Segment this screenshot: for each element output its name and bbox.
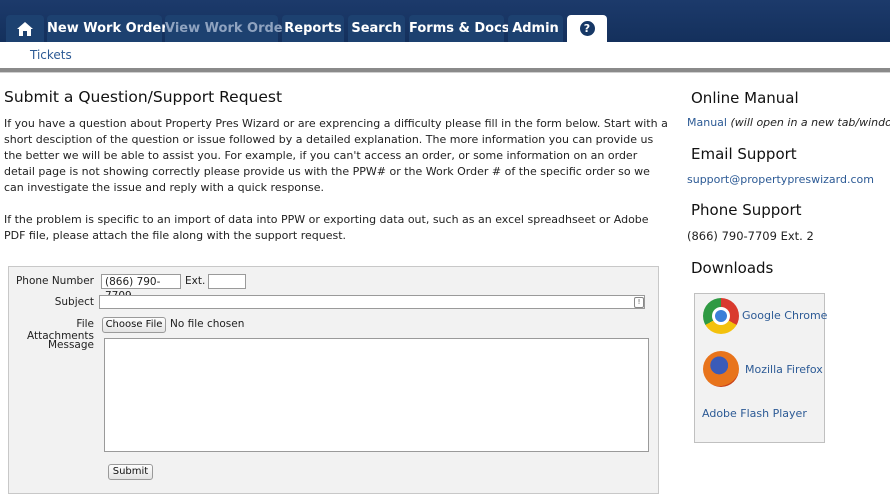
email-support-heading: Email Support xyxy=(691,145,797,163)
page-title: Submit a Question/Support Request xyxy=(4,88,283,106)
downloads-heading: Downloads xyxy=(691,259,774,277)
tab-new-work-order[interactable]: New Work Order xyxy=(47,15,168,42)
message-label: Message xyxy=(47,339,94,351)
tab-forms-docs[interactable]: Forms & Docs xyxy=(409,15,510,42)
firefox-icon[interactable] xyxy=(703,351,739,387)
message-textarea[interactable] xyxy=(104,338,649,452)
sub-navigation: Tickets xyxy=(0,42,890,67)
attachment-paragraph: If the problem is specific to an import … xyxy=(4,213,649,242)
downloads-box: Google Chrome Mozilla Firefox Adobe Flas… xyxy=(694,293,827,443)
subject-input[interactable] xyxy=(99,295,645,309)
home-icon xyxy=(17,22,33,36)
phone-label: Phone Number xyxy=(15,275,94,287)
top-navigation: New Work Order View Work Order Reports S… xyxy=(0,0,890,42)
intro-paragraph: If you have a question about Property Pr… xyxy=(4,117,668,194)
field-info-icon: ! xyxy=(634,297,644,308)
download-firefox-link[interactable]: Mozilla Firefox xyxy=(745,363,823,376)
download-flash-link[interactable]: Adobe Flash Player xyxy=(702,407,807,420)
chrome-icon[interactable] xyxy=(703,298,739,334)
tab-search[interactable]: Search xyxy=(348,15,405,42)
choose-file-button[interactable]: Choose File xyxy=(102,317,166,333)
phone-input[interactable]: (866) 790-7709 xyxy=(101,274,181,302)
manual-link[interactable]: Manual xyxy=(687,116,727,129)
help-icon: ? xyxy=(579,21,595,36)
tab-reports[interactable]: Reports xyxy=(282,15,344,42)
support-form: Phone Number (866) 790-7709 Ext. Subject… xyxy=(8,266,659,494)
support-email-link[interactable]: support@propertypreswizard.com xyxy=(687,173,874,186)
online-manual-heading: Online Manual xyxy=(691,89,799,107)
download-chrome-link[interactable]: Google Chrome xyxy=(742,309,827,322)
support-phone: (866) 790-7709 Ext. 2 xyxy=(687,229,814,243)
manual-note: (will open in a new tab/window) xyxy=(730,116,890,129)
tab-help[interactable]: ? xyxy=(567,15,607,42)
tickets-link[interactable]: Tickets xyxy=(30,48,72,62)
tab-admin[interactable]: Admin xyxy=(508,15,563,42)
tab-view-work-order[interactable]: View Work Order xyxy=(165,15,289,42)
ext-label: Ext. xyxy=(185,275,206,287)
submit-button[interactable]: Submit xyxy=(108,464,153,480)
no-file-text: No file chosen xyxy=(170,318,245,330)
home-tab[interactable] xyxy=(6,15,44,42)
ext-input[interactable] xyxy=(208,274,246,289)
manual-row: Manual (will open in a new tab/window) xyxy=(687,116,890,129)
phone-support-heading: Phone Support xyxy=(691,201,802,219)
divider xyxy=(0,68,890,73)
subject-label: Subject xyxy=(54,296,94,308)
